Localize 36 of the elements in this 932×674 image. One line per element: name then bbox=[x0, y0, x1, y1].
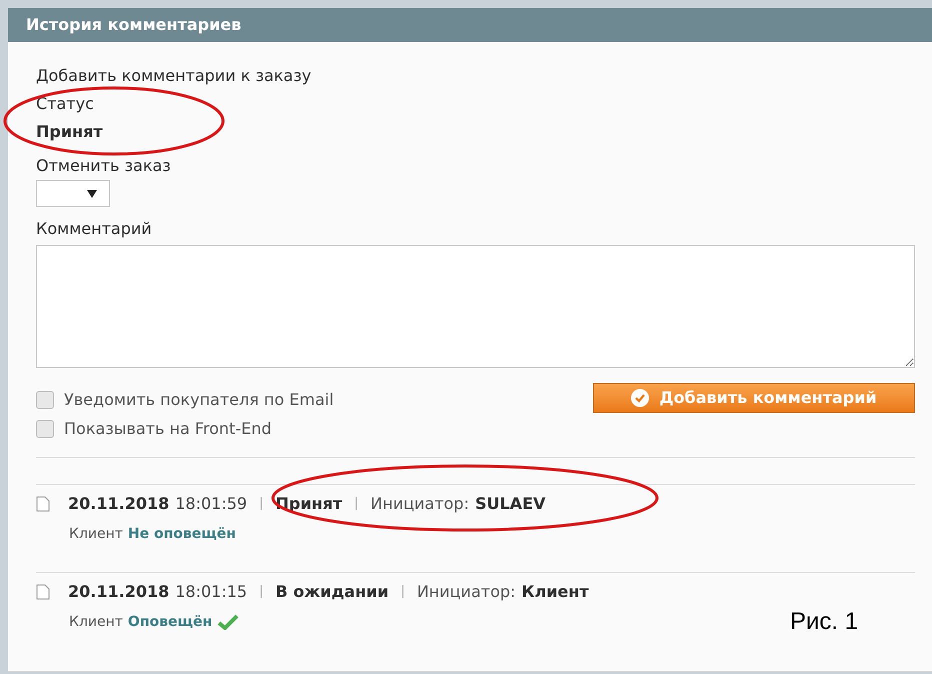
cancel-label: Отменить заказ bbox=[36, 155, 172, 177]
separator: | bbox=[354, 495, 359, 514]
entry-time: 18:01:15 bbox=[175, 581, 248, 603]
initiator-name: SULAEV bbox=[475, 493, 546, 515]
customer-label: Клиент bbox=[69, 612, 123, 632]
separator: | bbox=[259, 583, 264, 602]
entry-date: 20.11.2018 bbox=[68, 581, 170, 603]
add-comment-button[interactable]: Добавить комментарий bbox=[593, 383, 915, 413]
initiator-label: Инициатор: bbox=[416, 581, 516, 603]
initiator-label: Инициатор: bbox=[370, 493, 470, 515]
comment-label: Комментарий bbox=[36, 218, 153, 240]
caret-icon bbox=[87, 190, 97, 198]
separator: | bbox=[400, 583, 405, 602]
check-circle-icon bbox=[631, 389, 650, 407]
checkbox[interactable] bbox=[36, 390, 54, 408]
document-icon bbox=[36, 496, 50, 512]
separator: | bbox=[259, 495, 264, 514]
checkbox-label: Уведомить покупателя по Email bbox=[64, 388, 334, 410]
status-label: Статус bbox=[36, 93, 95, 115]
check-icon bbox=[217, 614, 240, 630]
entry-date: 20.11.2018 bbox=[68, 493, 170, 515]
initiator-name: Клиент bbox=[522, 581, 589, 603]
entry-time: 18:01:59 bbox=[175, 493, 248, 515]
panel-title: История комментариев bbox=[26, 14, 242, 36]
notification-status: Оповещён bbox=[128, 612, 212, 632]
entry-status: В ожидании bbox=[275, 581, 389, 603]
form-heading: Добавить комментарии к заказу bbox=[36, 65, 312, 87]
checkbox-label: Показывать на Front-End bbox=[64, 418, 272, 440]
notification-status: Не оповещён bbox=[128, 524, 236, 544]
checkbox[interactable] bbox=[36, 420, 54, 438]
comment-field[interactable] bbox=[36, 245, 915, 368]
cancel-select[interactable] bbox=[36, 180, 110, 207]
status-value: Принят bbox=[36, 121, 104, 143]
document-icon bbox=[36, 584, 50, 600]
figure-caption: Рис. 1 bbox=[790, 607, 858, 637]
customer-label: Клиент bbox=[69, 524, 123, 544]
